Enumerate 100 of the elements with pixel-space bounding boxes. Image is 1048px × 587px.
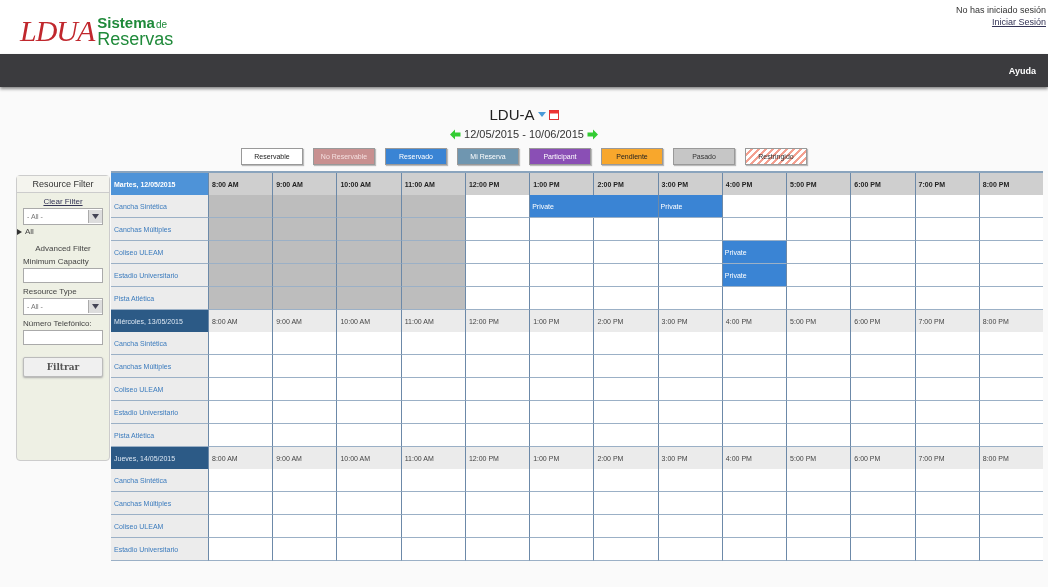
time-slot[interactable]	[850, 332, 915, 355]
time-slot[interactable]	[850, 264, 915, 287]
time-slot[interactable]	[721, 469, 787, 492]
time-slot[interactable]	[657, 378, 722, 401]
time-slot[interactable]	[978, 195, 1043, 218]
time-slot[interactable]	[721, 355, 787, 378]
time-slot[interactable]	[529, 332, 594, 355]
time-slot[interactable]	[978, 401, 1043, 424]
time-slot[interactable]	[721, 332, 787, 355]
time-slot[interactable]	[593, 492, 658, 515]
time-slot[interactable]	[657, 469, 722, 492]
time-slot[interactable]	[850, 424, 915, 447]
time-slot[interactable]	[914, 515, 979, 538]
time-slot[interactable]	[721, 378, 787, 401]
time-slot[interactable]	[914, 378, 979, 401]
time-slot[interactable]	[529, 538, 594, 561]
time-slot[interactable]	[272, 355, 337, 378]
time-slot[interactable]	[593, 332, 658, 355]
time-slot[interactable]	[850, 355, 915, 378]
time-slot[interactable]	[529, 218, 594, 241]
past-slot[interactable]	[208, 287, 273, 310]
time-slot[interactable]	[786, 378, 851, 401]
time-slot[interactable]	[464, 538, 530, 561]
time-slot[interactable]	[336, 355, 401, 378]
time-slot[interactable]	[721, 401, 787, 424]
time-slot[interactable]	[978, 218, 1043, 241]
time-slot[interactable]	[272, 538, 337, 561]
time-slot[interactable]	[850, 538, 915, 561]
past-slot[interactable]	[272, 241, 337, 264]
time-slot[interactable]	[272, 401, 337, 424]
time-slot[interactable]	[914, 195, 979, 218]
time-slot[interactable]	[529, 492, 594, 515]
time-slot[interactable]	[657, 424, 722, 447]
time-slot[interactable]	[400, 538, 465, 561]
time-slot[interactable]	[721, 424, 787, 447]
time-slot[interactable]	[400, 424, 465, 447]
time-slot[interactable]	[336, 401, 401, 424]
time-slot[interactable]	[208, 378, 273, 401]
time-slot[interactable]	[978, 332, 1043, 355]
time-slot[interactable]	[657, 538, 722, 561]
time-slot[interactable]	[657, 355, 722, 378]
time-slot[interactable]	[786, 424, 851, 447]
time-slot[interactable]	[336, 538, 401, 561]
past-slot[interactable]	[336, 264, 401, 287]
time-slot[interactable]	[978, 264, 1043, 287]
time-slot[interactable]	[914, 401, 979, 424]
calendar-icon[interactable]	[548, 108, 559, 120]
time-slot[interactable]	[721, 195, 787, 218]
expand-arrow-icon[interactable]	[17, 228, 22, 235]
past-slot[interactable]	[336, 218, 401, 241]
caret-icon[interactable]	[92, 304, 99, 309]
time-slot[interactable]	[786, 492, 851, 515]
time-slot[interactable]	[786, 515, 851, 538]
time-slot[interactable]	[593, 401, 658, 424]
time-slot[interactable]	[914, 287, 979, 310]
time-slot[interactable]	[721, 515, 787, 538]
past-slot[interactable]	[208, 195, 273, 218]
time-slot[interactable]	[336, 332, 401, 355]
capacity-field[interactable]	[23, 268, 103, 283]
time-slot[interactable]	[336, 492, 401, 515]
time-slot[interactable]	[464, 241, 530, 264]
time-slot[interactable]	[914, 469, 979, 492]
time-slot[interactable]	[272, 492, 337, 515]
time-slot[interactable]	[657, 241, 722, 264]
time-slot[interactable]	[786, 287, 851, 310]
time-slot[interactable]	[850, 401, 915, 424]
time-slot[interactable]	[529, 241, 594, 264]
time-slot[interactable]	[272, 469, 337, 492]
time-slot[interactable]	[850, 515, 915, 538]
time-slot[interactable]	[336, 515, 401, 538]
past-slot[interactable]	[336, 195, 401, 218]
time-slot[interactable]	[593, 241, 658, 264]
time-slot[interactable]	[464, 195, 530, 218]
time-slot[interactable]	[657, 218, 722, 241]
nav-link[interactable]: Ayuda	[1008, 65, 1036, 76]
login-link[interactable]: Iniciar Sesión	[991, 17, 1046, 27]
time-slot[interactable]	[529, 287, 594, 310]
time-slot[interactable]	[786, 332, 851, 355]
time-slot[interactable]	[978, 355, 1043, 378]
time-slot[interactable]	[336, 378, 401, 401]
time-slot[interactable]	[593, 424, 658, 447]
time-slot[interactable]	[529, 469, 594, 492]
past-slot[interactable]	[272, 264, 337, 287]
time-slot[interactable]	[272, 515, 337, 538]
tree-item[interactable]: All	[25, 227, 34, 236]
time-slot[interactable]	[914, 355, 979, 378]
time-slot[interactable]	[400, 492, 465, 515]
time-slot[interactable]	[850, 287, 915, 310]
time-slot[interactable]	[593, 287, 658, 310]
time-slot[interactable]	[721, 492, 787, 515]
time-slot[interactable]	[208, 332, 273, 355]
time-slot[interactable]	[593, 218, 658, 241]
time-slot[interactable]	[978, 469, 1043, 492]
time-slot[interactable]	[464, 218, 530, 241]
past-slot[interactable]	[208, 264, 273, 287]
previous-arrow-icon[interactable]	[450, 128, 462, 140]
time-slot[interactable]	[721, 287, 787, 310]
time-slot[interactable]	[657, 515, 722, 538]
time-slot[interactable]	[464, 401, 530, 424]
time-slot[interactable]	[978, 515, 1043, 538]
